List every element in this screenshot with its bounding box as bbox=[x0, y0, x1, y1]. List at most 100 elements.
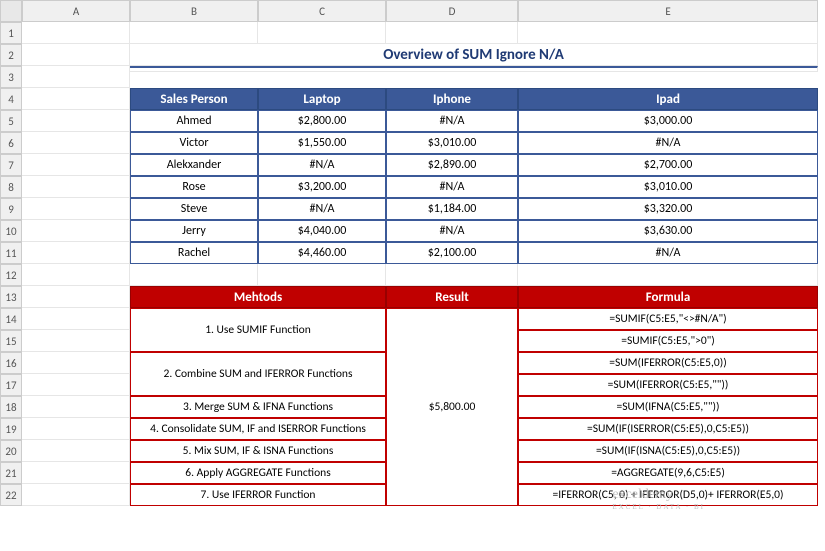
row-hdr-15[interactable]: 15 bbox=[0, 330, 22, 352]
row-hdr-11[interactable]: 11 bbox=[0, 242, 22, 264]
table-cell[interactable]: Steve bbox=[130, 198, 258, 220]
cell-A8[interactable] bbox=[22, 176, 130, 198]
cell-A6[interactable] bbox=[22, 132, 130, 154]
table-cell[interactable]: Rachel bbox=[130, 242, 258, 264]
row-hdr-2[interactable]: 2 bbox=[0, 44, 22, 66]
table-cell[interactable]: Jerry bbox=[130, 220, 258, 242]
table-cell[interactable]: Ahmed bbox=[130, 110, 258, 132]
cell-C1[interactable] bbox=[258, 22, 386, 44]
table-cell[interactable]: $3,000.00 bbox=[518, 110, 818, 132]
formula-cell[interactable]: =SUMIF(C5:E5,"<>#N/A") bbox=[518, 308, 818, 330]
cell-A5[interactable] bbox=[22, 110, 130, 132]
sales-hdr-ipad[interactable]: Ipad bbox=[518, 88, 818, 110]
page-title[interactable]: Overview of SUM Ignore N/A bbox=[130, 44, 818, 66]
row-hdr-6[interactable]: 6 bbox=[0, 132, 22, 154]
row-hdr-7[interactable]: 7 bbox=[0, 154, 22, 176]
row-hdr-17[interactable]: 17 bbox=[0, 374, 22, 396]
formula-cell[interactable]: =SUM(IFNA(C5:E5,"")) bbox=[518, 396, 818, 418]
cell-B1[interactable] bbox=[130, 22, 258, 44]
cell-A16[interactable] bbox=[22, 352, 130, 374]
formula-cell[interactable]: =AGGREGATE(9,6,C5:E5) bbox=[518, 462, 818, 484]
table-cell[interactable]: #N/A bbox=[386, 110, 518, 132]
methods-hdr[interactable]: Mehtods bbox=[130, 286, 386, 308]
col-hdr-A[interactable]: A bbox=[22, 0, 130, 22]
row-hdr-22[interactable]: 22 bbox=[0, 484, 22, 506]
table-cell[interactable]: $3,010.00 bbox=[386, 132, 518, 154]
row-hdr-9[interactable]: 9 bbox=[0, 198, 22, 220]
row-hdr-13[interactable]: 13 bbox=[0, 286, 22, 308]
table-cell[interactable]: $3,200.00 bbox=[258, 176, 386, 198]
table-cell[interactable]: $2,890.00 bbox=[386, 154, 518, 176]
table-cell[interactable]: $4,040.00 bbox=[258, 220, 386, 242]
cell-A4[interactable] bbox=[22, 88, 130, 110]
row-hdr-10[interactable]: 10 bbox=[0, 220, 22, 242]
cell-A14[interactable] bbox=[22, 308, 130, 330]
cell-C12[interactable] bbox=[258, 264, 386, 286]
cell-A22[interactable] bbox=[22, 484, 130, 506]
row-hdr-3[interactable]: 3 bbox=[0, 66, 22, 88]
cell-A20[interactable] bbox=[22, 440, 130, 462]
row-hdr-14[interactable]: 14 bbox=[0, 308, 22, 330]
table-cell[interactable]: $2,800.00 bbox=[258, 110, 386, 132]
row-hdr-1[interactable]: 1 bbox=[0, 22, 22, 44]
table-cell[interactable]: $2,100.00 bbox=[386, 242, 518, 264]
table-cell[interactable]: $3,630.00 bbox=[518, 220, 818, 242]
row-hdr-19[interactable]: 19 bbox=[0, 418, 22, 440]
method-7[interactable]: 7. Use IFERROR Function bbox=[130, 484, 386, 506]
cell-A15[interactable] bbox=[22, 330, 130, 352]
cell-D1[interactable] bbox=[386, 22, 518, 44]
result-value[interactable]: $5,800.00 bbox=[386, 308, 518, 506]
formula-cell[interactable]: =SUM(IF(ISNA(C5:E5),0,C5:E5)) bbox=[518, 440, 818, 462]
formula-cell[interactable]: =IFERROR(C5, 0) + IFERROR(D5,0)+ IFERROR… bbox=[518, 484, 818, 506]
row-hdr-16[interactable]: 16 bbox=[0, 352, 22, 374]
table-cell[interactable]: #N/A bbox=[258, 198, 386, 220]
sales-hdr-laptop[interactable]: Laptop bbox=[258, 88, 386, 110]
table-cell[interactable]: #N/A bbox=[258, 154, 386, 176]
table-cell[interactable]: $1,550.00 bbox=[258, 132, 386, 154]
table-cell[interactable]: Alekxander bbox=[130, 154, 258, 176]
cell-A10[interactable] bbox=[22, 220, 130, 242]
col-hdr-D[interactable]: D bbox=[386, 0, 518, 22]
cell-A2[interactable] bbox=[22, 44, 130, 66]
table-cell[interactable]: #N/A bbox=[518, 132, 818, 154]
table-cell[interactable]: $1,184.00 bbox=[386, 198, 518, 220]
col-hdr-C[interactable]: C bbox=[258, 0, 386, 22]
row-hdr-12[interactable]: 12 bbox=[0, 264, 22, 286]
method-3[interactable]: 3. Merge SUM & IFNA Functions bbox=[130, 396, 386, 418]
table-cell[interactable]: Victor bbox=[130, 132, 258, 154]
table-cell[interactable]: #N/A bbox=[386, 220, 518, 242]
formula-cell[interactable]: =SUM(IFERROR(C5:E5,0)) bbox=[518, 352, 818, 374]
table-cell[interactable]: Rose bbox=[130, 176, 258, 198]
cell-E1[interactable] bbox=[518, 22, 818, 44]
formula-cell[interactable]: =SUM(IF(ISERROR(C5:E5),0,C5:E5)) bbox=[518, 418, 818, 440]
cell-A17[interactable] bbox=[22, 374, 130, 396]
method-4[interactable]: 4. Consolidate SUM, IF and ISERROR Funct… bbox=[130, 418, 386, 440]
cell-A12[interactable] bbox=[22, 264, 130, 286]
table-cell[interactable]: #N/A bbox=[386, 176, 518, 198]
col-hdr-B[interactable]: B bbox=[130, 0, 258, 22]
cell-A9[interactable] bbox=[22, 198, 130, 220]
method-1[interactable]: 1. Use SUMIF Function bbox=[130, 308, 386, 352]
table-cell[interactable]: #N/A bbox=[518, 242, 818, 264]
formula-cell[interactable]: =SUM(IFERROR(C5:E5,"")) bbox=[518, 374, 818, 396]
sales-hdr-iphone[interactable]: Iphone bbox=[386, 88, 518, 110]
table-cell[interactable]: $3,010.00 bbox=[518, 176, 818, 198]
table-cell[interactable]: $4,460.00 bbox=[258, 242, 386, 264]
sales-hdr-person[interactable]: Sales Person bbox=[130, 88, 258, 110]
cell-A1[interactable] bbox=[22, 22, 130, 44]
row-hdr-8[interactable]: 8 bbox=[0, 176, 22, 198]
row-hdr-18[interactable]: 18 bbox=[0, 396, 22, 418]
method-6[interactable]: 6. Apply AGGREGATE Functions bbox=[130, 462, 386, 484]
col-hdr-E[interactable]: E bbox=[518, 0, 818, 22]
table-cell[interactable]: $2,700.00 bbox=[518, 154, 818, 176]
method-5[interactable]: 5. Mix SUM, IF & ISNA Functions bbox=[130, 440, 386, 462]
method-2[interactable]: 2. Combine SUM and IFERROR Functions bbox=[130, 352, 386, 396]
cell-B12[interactable] bbox=[130, 264, 258, 286]
table-cell[interactable]: $3,320.00 bbox=[518, 198, 818, 220]
cell-A21[interactable] bbox=[22, 462, 130, 484]
row-hdr-5[interactable]: 5 bbox=[0, 110, 22, 132]
cell-A3[interactable] bbox=[22, 66, 130, 88]
cell-A7[interactable] bbox=[22, 154, 130, 176]
cell-A13[interactable] bbox=[22, 286, 130, 308]
result-hdr[interactable]: Result bbox=[386, 286, 518, 308]
